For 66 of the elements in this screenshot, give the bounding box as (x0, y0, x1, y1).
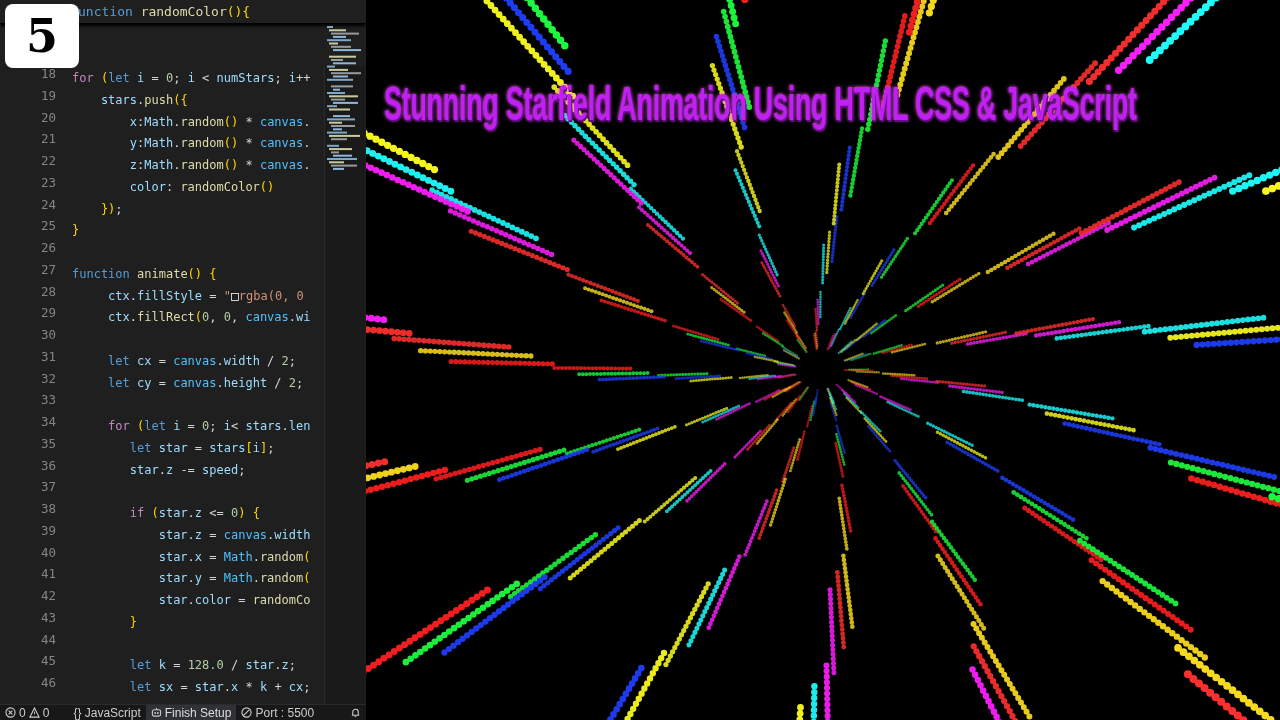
language-button[interactable]: {} JavaScript (68, 705, 146, 720)
line-number: 43 (40, 609, 56, 627)
line-number: 25 (40, 218, 56, 236)
code-line: for (let i = 0; i< stars.len (107, 419, 311, 433)
line-number: 23 (40, 174, 56, 192)
code-line: let cx = canvas.width / 2; (107, 353, 297, 368)
line-number: 35 (40, 435, 56, 453)
line-number: 26 (40, 240, 56, 257)
line-number: 29 (40, 305, 56, 323)
line-number: 38 (40, 501, 56, 518)
code-line: star.z -= speed; (128, 462, 246, 477)
line-number: 46 (40, 675, 56, 692)
code-line: } (128, 614, 138, 629)
line-number: 31 (40, 348, 56, 366)
code-line: color: randomColor() (128, 179, 275, 194)
port-button[interactable]: Port : 5500 (236, 705, 320, 720)
line-number: 39 (40, 522, 56, 540)
line-number: 33 (40, 392, 56, 410)
code-line: let star = stars[i]; (128, 440, 275, 455)
line-number: 19 (40, 87, 56, 105)
code-line: } (72, 223, 80, 238)
finish-setup-button[interactable]: Finish Setup (145, 705, 237, 720)
code-line: let cy = canvas.height / 2; (107, 375, 304, 390)
line-number: 45 (40, 653, 56, 671)
line-number: 37 (40, 479, 56, 497)
warning-icon (28, 707, 40, 718)
line-number: 40 (40, 544, 56, 562)
line-number: 21 (40, 131, 56, 149)
code-line: star.x = Math.random( (157, 549, 311, 564)
code-line: x:Math.random() * canvas. (128, 114, 311, 129)
line-number: 22 (40, 153, 56, 170)
line-number: 20 (40, 109, 56, 127)
error-count: 0 (19, 705, 26, 720)
line-number: 28 (40, 283, 56, 301)
episode-number-badge: 5 (5, 4, 79, 68)
problems-button[interactable]: 0 0 (0, 705, 55, 720)
code-line: let sx = star.x * k + cx; (128, 680, 311, 694)
robot-icon (150, 707, 162, 718)
line-number: 41 (40, 566, 56, 584)
code-line: z:Math.random() * canvas. (128, 158, 311, 172)
error-icon (5, 707, 16, 718)
code-line: unction randomColor(){ (78, 4, 251, 19)
code-line: star.y = Math.random( (157, 571, 311, 586)
code-line: let k = 128.0 / star.z; (128, 658, 297, 673)
line-number: 36 (40, 457, 56, 475)
code-line: star.color = randomCo (157, 593, 311, 607)
code-line: if (star.z <= 0) { (128, 506, 260, 520)
line-number: 32 (40, 370, 56, 388)
line-number: 30 (40, 327, 56, 344)
code-line: ctx.fillRect(0, 0, canvas.wi (107, 310, 311, 325)
code-line: stars.push({ (99, 92, 188, 107)
blocked-icon (241, 707, 253, 718)
code-line: for (let i = 0; i < numStars; i++ (72, 71, 311, 85)
line-number: 44 (40, 631, 56, 649)
line-number: 42 (40, 588, 56, 605)
code-line: star.z = canvas.width (157, 527, 311, 542)
warning-count: 0 (42, 705, 50, 720)
line-number: 24 (40, 196, 56, 214)
line-number: 27 (40, 261, 56, 279)
code-line: ctx.fillStyle = "□rgba(0, 0 (107, 288, 304, 303)
bell-icon (350, 707, 361, 718)
code-line: y:Math.random() * canvas. (128, 136, 311, 151)
code-line: function animate() { (72, 266, 217, 281)
code-line: }); (99, 201, 123, 216)
line-number: 34 (40, 414, 56, 431)
line-number: 18 (40, 66, 56, 83)
